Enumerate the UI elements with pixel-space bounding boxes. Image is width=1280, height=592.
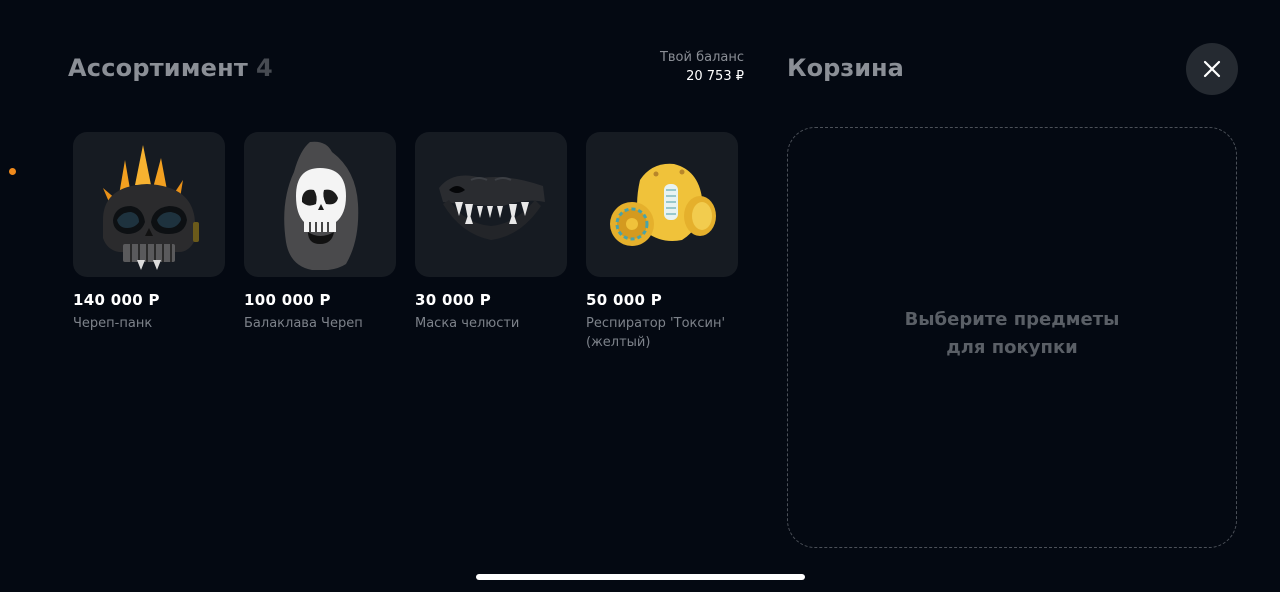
shop-screen: Ассортимент 4 Твой баланс 20 753 ₽ 140 0… <box>0 0 1280 592</box>
item-image <box>586 132 738 277</box>
item-price: 100 000 Р <box>244 291 331 309</box>
close-icon <box>1203 60 1221 78</box>
page-indicator-dot <box>9 168 16 175</box>
skull-balaclava-icon <box>284 141 359 270</box>
item-name: Маска челюсти <box>415 316 520 331</box>
balance-block: Твой баланс 20 753 ₽ <box>660 50 744 84</box>
skull-punk-helmet-icon <box>103 144 199 270</box>
item-name: Балаклава Череп <box>244 316 363 331</box>
item-price: 30 000 Р <box>415 291 492 309</box>
yellow-respirator-icon <box>610 163 716 246</box>
item-price: 50 000 Р <box>586 291 663 309</box>
item-name: Череп-панк <box>73 316 153 331</box>
assortment-header: Ассортимент 4 <box>68 54 273 82</box>
item-name: Респиратор 'Токсин' (желтый) <box>586 316 726 350</box>
cart-drop-area: Выберите предметы для покупки <box>787 127 1237 548</box>
item-card-skull-punk[interactable]: 140 000 Р Череп-панк <box>73 132 225 352</box>
assortment-count: 4 <box>256 54 273 82</box>
item-image <box>244 132 396 277</box>
jaw-mask-icon <box>439 175 545 240</box>
cart-title: Корзина <box>787 54 904 82</box>
cart-empty-message: Выберите предметы для покупки <box>904 308 1120 358</box>
close-button[interactable] <box>1186 43 1238 95</box>
assortment-title: Ассортимент <box>68 54 249 82</box>
home-indicator[interactable] <box>476 574 805 580</box>
item-price: 140 000 Р <box>73 291 160 309</box>
assortment-grid: 140 000 Р Череп-панк 100 000 Р Балаклава… <box>73 132 738 352</box>
balance-label: Твой баланс <box>659 50 744 65</box>
balance-value: 20 753 ₽ <box>686 69 744 84</box>
item-image <box>415 132 567 277</box>
item-card-jaw-mask[interactable]: 30 000 Р Маска челюсти <box>415 132 567 352</box>
item-card-skull-balaclava[interactable]: 100 000 Р Балаклава Череп <box>244 132 396 352</box>
item-card-yellow-respirator[interactable]: 50 000 Р Респиратор 'Токсин' (желтый) <box>586 132 738 352</box>
item-image <box>73 132 225 277</box>
